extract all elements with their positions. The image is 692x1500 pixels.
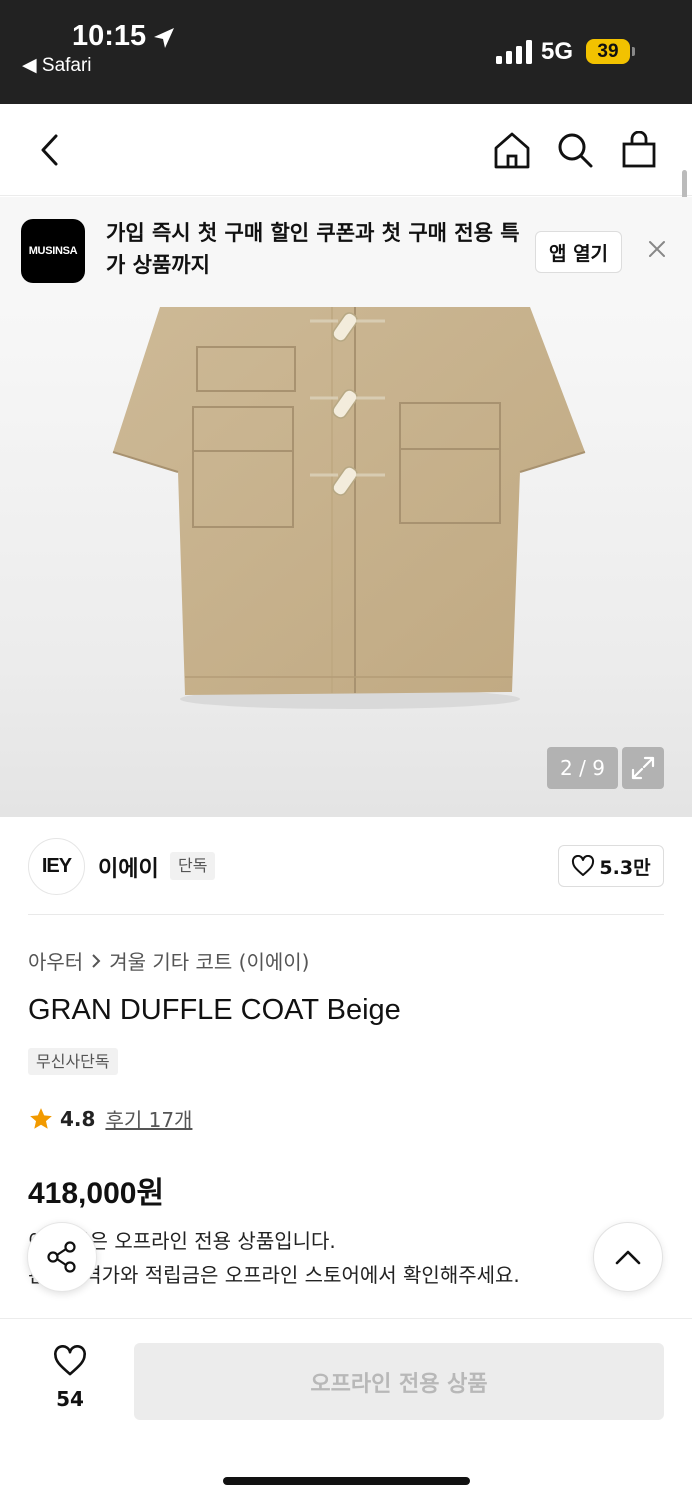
app-install-banner: MUSINSA 가입 즉시 첫 구매 할인 쿠폰과 첫 구매 전용 특가 상품까… <box>0 197 692 307</box>
bottom-action-bar: 54 오프라인 전용 상품 <box>0 1318 692 1500</box>
home-indicator <box>223 1477 470 1485</box>
brand-like-count: 5.3만 <box>599 856 651 879</box>
star-icon <box>30 1107 52 1129</box>
brand-name[interactable]: 이에이 <box>98 851 159 883</box>
top-nav <box>0 104 692 196</box>
chevron-up-icon <box>615 1250 641 1265</box>
shopping-bag-icon <box>622 131 656 168</box>
battery-level: 39 <box>586 39 630 64</box>
battery-tip <box>632 47 635 56</box>
rating: 4.8 후기 17개 <box>28 1104 192 1133</box>
search-icon <box>558 133 593 168</box>
close-icon[interactable] <box>643 235 671 263</box>
brand-row: IEY 이에이 단독 5.3만 <box>28 838 664 896</box>
chevron-left-icon <box>41 134 58 166</box>
open-app-button[interactable]: 앱 열기 <box>535 231 622 273</box>
heart-icon <box>54 1345 86 1376</box>
home-icon <box>494 132 530 169</box>
share-button[interactable] <box>27 1222 97 1292</box>
rating-score: 4.8 <box>60 1106 96 1131</box>
back-button[interactable] <box>28 128 72 172</box>
home-button[interactable] <box>490 128 534 172</box>
musinsa-logo: MUSINSA <box>21 219 85 283</box>
exclusive-tag: 무신사단독 <box>28 1048 118 1075</box>
location-arrow-icon <box>154 28 174 48</box>
brand-like-button[interactable]: 5.3만 <box>558 845 664 887</box>
scroll-top-button[interactable] <box>593 1222 663 1292</box>
network-type: 5G <box>541 38 574 65</box>
banner-message: 가입 즉시 첫 구매 할인 쿠폰과 첫 구매 전용 특가 상품까지 <box>106 221 520 277</box>
product-image-carousel[interactable]: 2 / 9 <box>0 307 692 817</box>
breadcrumb-subcategory[interactable]: 겨울 기타 코트 (이에이) <box>109 946 309 975</box>
heart-icon <box>572 855 595 876</box>
image-counter: 2 / 9 <box>547 747 618 789</box>
chevron-right-icon <box>92 953 101 968</box>
wishlist-count: 54 <box>56 1387 84 1411</box>
status-bar: 10:15 ◀ Safari 5G 39 <box>0 0 692 104</box>
notice-line-2: 판매가격가와 적립금은 오프라인 스토어에서 확인해주세요. <box>28 1263 520 1287</box>
reviews-link[interactable]: 후기 17개 <box>105 1104 192 1133</box>
back-to-safari[interactable]: ◀ Safari <box>22 54 92 77</box>
signal-icon <box>496 40 532 64</box>
breadcrumb: 아우터 겨울 기타 코트 (이에이) <box>28 946 309 975</box>
divider <box>28 914 664 915</box>
search-button[interactable] <box>553 128 597 172</box>
product-price: 418,000원 <box>28 1177 165 1210</box>
brand-logo[interactable]: IEY <box>28 838 85 895</box>
brand-exclusive-badge: 단독 <box>170 852 216 880</box>
expand-image-button[interactable] <box>622 747 664 789</box>
status-time: 10:15 <box>72 20 147 52</box>
product-title: GRAN DUFFLE COAT Beige <box>28 994 401 1026</box>
coat-image <box>112 307 586 709</box>
wishlist-button[interactable]: 54 <box>30 1345 110 1411</box>
notice-line-1: 이 상품은 오프라인 전용 상품입니다. <box>28 1229 336 1253</box>
cart-button[interactable] <box>617 128 661 172</box>
expand-icon <box>631 756 655 780</box>
offline-notice: 이 상품은 오프라인 전용 상품입니다. 판매가격가와 적립금은 오프라인 스토… <box>28 1224 520 1292</box>
offline-only-button[interactable]: 오프라인 전용 상품 <box>134 1343 664 1420</box>
breadcrumb-category[interactable]: 아우터 <box>28 946 83 975</box>
share-icon <box>47 1241 76 1273</box>
